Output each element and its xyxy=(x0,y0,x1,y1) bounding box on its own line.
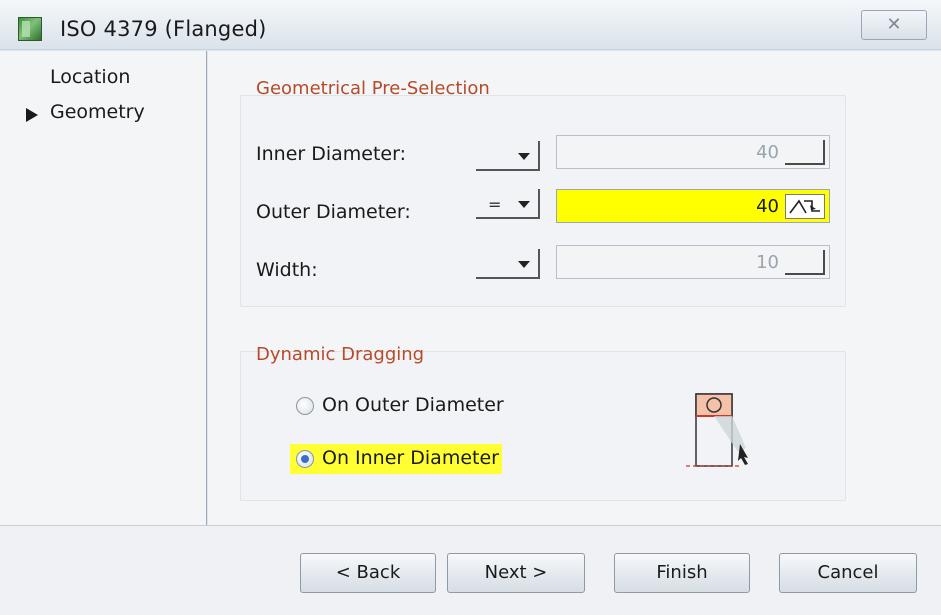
width-label: Width: xyxy=(256,259,318,281)
radio-inner-diameter-indicator[interactable] xyxy=(296,450,314,468)
radio-inner-diameter[interactable]: On Inner Diameter xyxy=(290,444,502,474)
nav-item-geometry[interactable]: Geometry xyxy=(50,101,145,123)
radio-outer-diameter-indicator[interactable] xyxy=(296,397,314,415)
width-measure-button[interactable] xyxy=(785,250,825,275)
dragging-group-title: Dynamic Dragging xyxy=(256,344,425,365)
inner-diameter-label: Inner Diameter: xyxy=(256,143,406,165)
cancel-button[interactable]: Cancel xyxy=(779,553,917,593)
inner-diameter-operator-dropdown[interactable] xyxy=(476,141,540,171)
chevron-down-icon xyxy=(518,201,530,208)
finish-button[interactable]: Finish xyxy=(614,553,750,593)
inner-diameter-field[interactable]: 40 xyxy=(556,135,830,169)
width-operator-dropdown[interactable] xyxy=(476,249,540,279)
back-button[interactable]: < Back xyxy=(300,553,436,593)
inner-diameter-value: 40 xyxy=(756,142,779,163)
bearing-drag-preview-icon xyxy=(676,386,776,476)
window-title: ISO 4379 (Flanged) xyxy=(60,17,267,41)
radio-inner-diameter-label: On Inner Diameter xyxy=(322,447,499,469)
close-button[interactable]: ✕ xyxy=(861,10,927,40)
outer-diameter-operator: = xyxy=(488,195,502,214)
content-pane: Geometrical Pre-Selection Inner Diameter… xyxy=(208,51,941,525)
nav-item-location[interactable]: Location xyxy=(50,66,130,88)
title-bar: ISO 4379 (Flanged) ✕ xyxy=(0,0,941,50)
current-step-arrow-icon xyxy=(26,108,38,122)
width-field[interactable]: 10 xyxy=(556,245,830,279)
outer-diameter-operator-dropdown[interactable]: = xyxy=(476,189,540,219)
wizard-nav: Location Geometry xyxy=(0,51,207,525)
app-icon xyxy=(18,17,42,41)
measure-pick-icon[interactable] xyxy=(785,194,825,219)
outer-diameter-field[interactable]: 40 xyxy=(556,189,830,223)
radio-outer-diameter[interactable]: On Outer Diameter xyxy=(290,391,520,421)
outer-diameter-label: Outer Diameter: xyxy=(256,201,411,223)
close-icon: ✕ xyxy=(886,14,902,35)
next-button[interactable]: Next > xyxy=(447,553,585,593)
chevron-down-icon xyxy=(518,261,530,268)
outer-diameter-value: 40 xyxy=(756,196,779,217)
radio-outer-diameter-label: On Outer Diameter xyxy=(322,394,504,416)
inner-diameter-measure-button[interactable] xyxy=(785,140,825,165)
chevron-down-icon xyxy=(518,153,530,160)
width-value: 10 xyxy=(756,252,779,273)
geometry-group-title: Geometrical Pre-Selection xyxy=(256,78,490,99)
